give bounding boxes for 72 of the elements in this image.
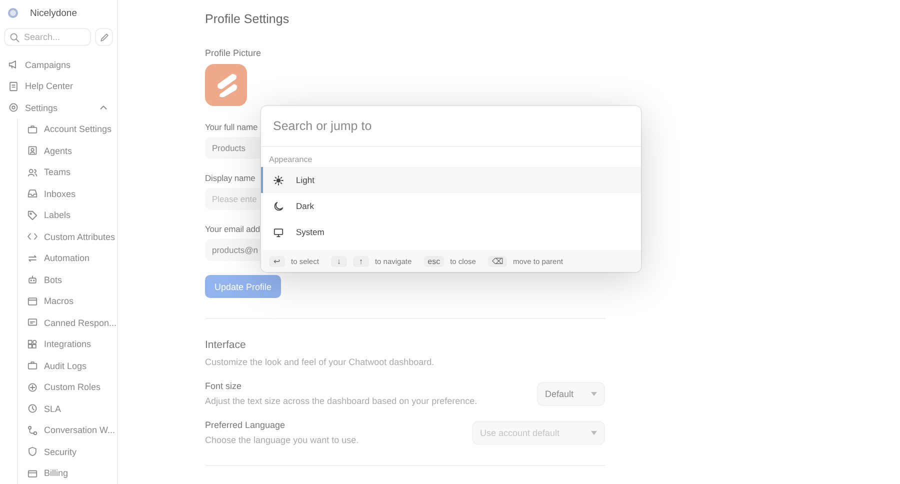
field-label: Profile Picture xyxy=(205,48,262,58)
sun-icon xyxy=(273,174,284,186)
key-hint: ↩ xyxy=(269,256,285,266)
sidebar-item[interactable]: Custom Roles xyxy=(23,376,113,398)
card-icon xyxy=(27,468,38,479)
dropdown[interactable]: Default xyxy=(537,382,605,406)
shield-icon xyxy=(27,446,38,458)
sidebar-item[interactable]: Billing xyxy=(23,462,113,484)
input-field[interactable]: Products xyxy=(205,137,260,159)
sidebar-item[interactable]: Teams xyxy=(23,162,113,183)
sidebar-item[interactable]: Settings xyxy=(4,97,113,118)
setting-description: Adjust the text size across the dashboard based on your preference. xyxy=(205,396,478,406)
sidebar-item[interactable]: Agents xyxy=(23,140,113,162)
search-field[interactable]: Search... xyxy=(4,28,91,46)
account-logo-icon xyxy=(8,8,18,18)
key-hint: ↓ xyxy=(330,256,347,266)
profile-picture[interactable] xyxy=(205,64,247,106)
briefcase-icon xyxy=(27,360,38,372)
sidebar-item[interactable]: Help Center xyxy=(4,76,113,97)
window-icon xyxy=(27,296,38,307)
key-hint: ⌫ xyxy=(488,256,507,266)
account-name: Nicelydone xyxy=(30,8,77,18)
command-item[interactable]: Dark xyxy=(261,193,641,219)
command-item[interactable]: System xyxy=(261,219,641,245)
input-field[interactable]: products@n xyxy=(205,239,260,261)
sidebar-item[interactable]: Custom Attributes xyxy=(23,226,113,248)
gear-icon xyxy=(8,102,19,114)
tag-icon xyxy=(27,210,38,221)
section-description: Customize the look and feel of your Chatwoot dashboard. xyxy=(205,357,436,367)
setting-description: Choose the language you want to use. xyxy=(205,435,359,445)
section-title: Interface xyxy=(205,339,247,351)
key-hint: esc xyxy=(424,256,444,266)
key-hint: ↑ xyxy=(352,256,369,266)
field-label: Your full name xyxy=(205,122,258,132)
setting-label: Font size xyxy=(205,381,242,391)
sidebar-item[interactable]: Bots xyxy=(23,269,113,290)
plus-circle-icon xyxy=(27,382,38,393)
compose-button[interactable] xyxy=(95,28,113,46)
sidebar-item[interactable]: Campaigns xyxy=(4,54,113,76)
group-heading: Appearance xyxy=(268,154,314,166)
message-icon xyxy=(27,317,38,328)
flow-icon xyxy=(27,424,38,436)
sidebar-item[interactable]: Automation xyxy=(23,248,113,269)
code-icon xyxy=(27,231,38,242)
command-item[interactable]: Light xyxy=(261,167,641,193)
field-label: Display name xyxy=(205,173,256,183)
sidebar-item[interactable]: Conversation W... xyxy=(23,420,113,441)
page-title: Profile Settings xyxy=(205,12,290,26)
pencil-icon xyxy=(98,32,110,42)
field-label: Your email add xyxy=(205,224,260,234)
sidebar-item[interactable]: Labels xyxy=(23,204,113,226)
setting-label: Preferred Language xyxy=(205,420,286,430)
update-profile-button[interactable]: Update Profile xyxy=(205,275,281,298)
book-icon xyxy=(8,80,19,92)
sidebar-item[interactable]: Audit Logs xyxy=(23,355,113,376)
moon-icon xyxy=(273,200,284,212)
briefcase-icon xyxy=(27,124,38,135)
inbox-icon xyxy=(27,188,38,200)
sidebar-item[interactable]: SLA xyxy=(23,398,113,420)
sidebar-item[interactable]: Integrations xyxy=(23,334,113,355)
clock-icon xyxy=(27,403,38,414)
users-icon xyxy=(27,166,38,178)
user-card-icon xyxy=(27,145,38,156)
arrows-icon xyxy=(27,252,38,264)
robot-icon xyxy=(27,274,38,286)
sidebar-item[interactable]: Security xyxy=(23,441,113,462)
monitor-icon xyxy=(273,226,284,238)
megaphone-icon xyxy=(8,59,19,70)
sidebar-item[interactable]: Macros xyxy=(23,290,113,312)
blocks-icon xyxy=(27,338,38,350)
sidebar-item[interactable]: Account Settings xyxy=(23,118,113,140)
sidebar-item[interactable]: Inboxes xyxy=(23,183,113,204)
